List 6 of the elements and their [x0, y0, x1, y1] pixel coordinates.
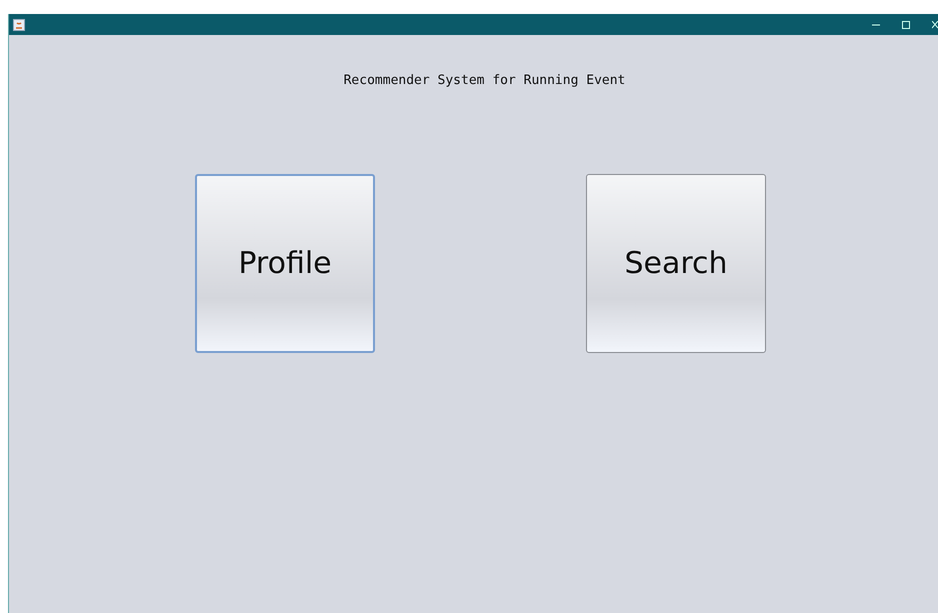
window-heading: Recommender System for Running Event: [342, 73, 626, 88]
maximize-icon[interactable]: [902, 20, 910, 28]
menu-button[interactable]: Profile: [195, 174, 375, 353]
menu-button[interactable]: Search: [586, 174, 766, 353]
app-icon: [13, 18, 25, 30]
close-icon[interactable]: [932, 20, 938, 28]
